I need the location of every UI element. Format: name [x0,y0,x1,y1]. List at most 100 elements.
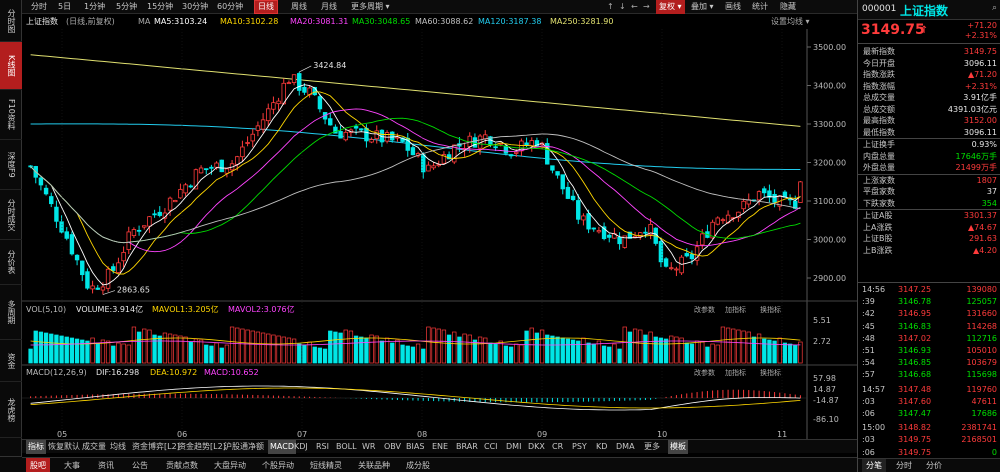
volume-bar [209,345,214,364]
sidebar-item-ticks[interactable]: 分时成交 [0,190,22,240]
stat-value: 3.91亿手 [963,93,997,102]
indicator-tab[interactable]: ENE [432,440,448,454]
indicator-tab[interactable]: MACD [268,440,296,454]
bottom-tab[interactable]: 公告 [128,458,152,472]
low-label: 2863.65 [117,286,150,295]
month-label: 06 [177,430,187,439]
indicator-tab[interactable]: DMI [506,440,521,454]
bottom-tab[interactable]: 大事 [60,458,84,472]
chart-title: 上证指数 [26,17,58,26]
bottom-tab[interactable]: 短线精灵 [306,458,346,472]
period-60min[interactable]: 60分钟 [214,0,246,14]
sidebar-item-funds[interactable]: 资金 [0,340,22,382]
draw-button[interactable]: 画线 [722,0,744,14]
indicator-tab[interactable]: BOLL [336,440,357,454]
trade-tab[interactable]: 分时 [892,459,916,472]
period-more[interactable]: 更多周期 ▾ [348,0,393,14]
indicator-tab[interactable]: OBV [384,440,401,454]
indicator-tab[interactable]: KD [596,440,607,454]
ma-settings-button[interactable]: 设置均线 ▾ [771,15,810,29]
arrow-up-icon[interactable]: ↑ [604,0,617,14]
volume-bar [436,328,441,364]
volume-bar [276,335,281,364]
volume-bar [69,337,75,364]
period-5day[interactable]: 5日 [55,0,74,14]
indicator-tab[interactable]: WR [362,440,375,454]
volume-bar [90,337,95,364]
bottom-tab[interactable]: 大盘异动 [210,458,250,472]
volume-bar [689,343,695,364]
period-5min[interactable]: 5分钟 [113,0,140,14]
divider [858,282,1000,283]
sidebar-item-dragon-tiger[interactable]: 龙虎榜 [0,382,22,438]
period-30min[interactable]: 30分钟 [179,0,211,14]
indicator-tab[interactable]: 均线 [110,440,126,454]
bottom-tab[interactable]: 个股异动 [258,458,298,472]
indicator-tab[interactable]: 恢复默认 [48,440,80,454]
sidebar-label: K线图 [7,54,16,77]
arrow-down-icon[interactable]: ↓ [616,0,629,14]
indicator-tab[interactable]: CCI [484,440,498,454]
stat-value: 37 [986,187,997,196]
sidebar-item-multi-period[interactable]: 多周期 [0,285,22,340]
indicator-tab[interactable]: PSY [572,440,587,454]
bottom-tab[interactable]: 关联品种 [354,458,394,472]
candle-body [147,216,152,227]
indicator-tab[interactable]: DMA [616,440,635,454]
month-label: 11 [777,430,787,439]
period-daily[interactable]: 日线 [254,0,278,14]
bottom-tab[interactable]: 成分股 [402,458,434,472]
kline-chart[interactable]: 3500.00 3400.00 3300.00 3200.00 3100.00 3000.… [22,29,857,439]
sidebar-item-f10[interactable]: F10资料 [0,90,22,140]
indicator-tab[interactable]: DKX [528,440,545,454]
indicator-tab[interactable]: 模板 [668,440,688,454]
volume-bar [519,344,524,364]
bottom-tab[interactable]: 资讯 [94,458,118,472]
indicator-tab[interactable]: KDJ [294,440,308,454]
indicator-tab[interactable]: 更多 [644,440,660,454]
candle-body [798,181,803,203]
indicator-tab[interactable]: 资金博弈[L2] [132,440,180,454]
sidebar-item-fenshi[interactable]: 分时图 [0,0,22,42]
arrow-left-icon[interactable]: ← [628,0,641,14]
period-15min[interactable]: 15分钟 [144,0,176,14]
indicator-tab[interactable]: 成交量 [82,440,106,454]
sidebar-item-kline[interactable]: K线图 [0,42,22,90]
search-icon[interactable]: ⌕ [992,3,997,13]
period-weekly[interactable]: 周线 [288,0,310,14]
sidebar-item-depth[interactable]: 深度F9 [0,140,22,190]
indicator-tab[interactable]: BIAS [406,440,424,454]
trade-time: :42 [862,309,875,319]
indicator-tab[interactable]: BRAR [456,440,478,454]
period-monthly[interactable]: 月线 [318,0,340,14]
volume-bar [229,326,235,364]
volume-bar [462,333,467,364]
indicator-tab[interactable]: 指标 [26,440,46,454]
sidebar-item-price-table[interactable]: 分价表 [0,240,22,285]
indicator-tab[interactable]: 资金趋势[L2] [178,440,226,454]
indicator-tab[interactable]: CR [552,440,563,454]
stats-button[interactable]: 统计 [749,0,771,14]
volume-bar [33,330,38,364]
hide-button[interactable]: 隐藏 [777,0,799,14]
trade-tab[interactable]: 分笔 [862,459,886,472]
volume-bar [581,337,586,364]
indicator-tab[interactable]: 沪股通净额 [224,440,264,454]
period-fenshi[interactable]: 分时 [28,0,50,14]
overlay-button[interactable]: 叠加 ▾ [688,0,717,14]
candle-body [328,118,333,126]
period-toolbar: 分时 5日 1分钟 5分钟 15分钟 30分钟 60分钟 日线 周线 月线 更多… [22,0,857,14]
fuquan-button[interactable]: 复权 ▾ [656,0,685,14]
stat-label: 上证B股 [863,234,893,243]
ma60-value: MA60:3088.62 [415,17,474,26]
period-1min[interactable]: 1分钟 [81,0,108,14]
indicator-tab[interactable]: RSI [316,440,329,454]
candle-body [219,159,224,173]
bottom-tab[interactable]: 股吧 [26,458,50,472]
trade-time: 14:57 [862,384,886,394]
stat-label: 下跌家数 [863,198,895,208]
arrow-right-icon[interactable]: → [640,0,653,14]
stat-value: 354 [981,198,997,208]
bottom-tab[interactable]: 贡献点数 [162,458,202,472]
trade-tab[interactable]: 分价 [922,459,946,472]
